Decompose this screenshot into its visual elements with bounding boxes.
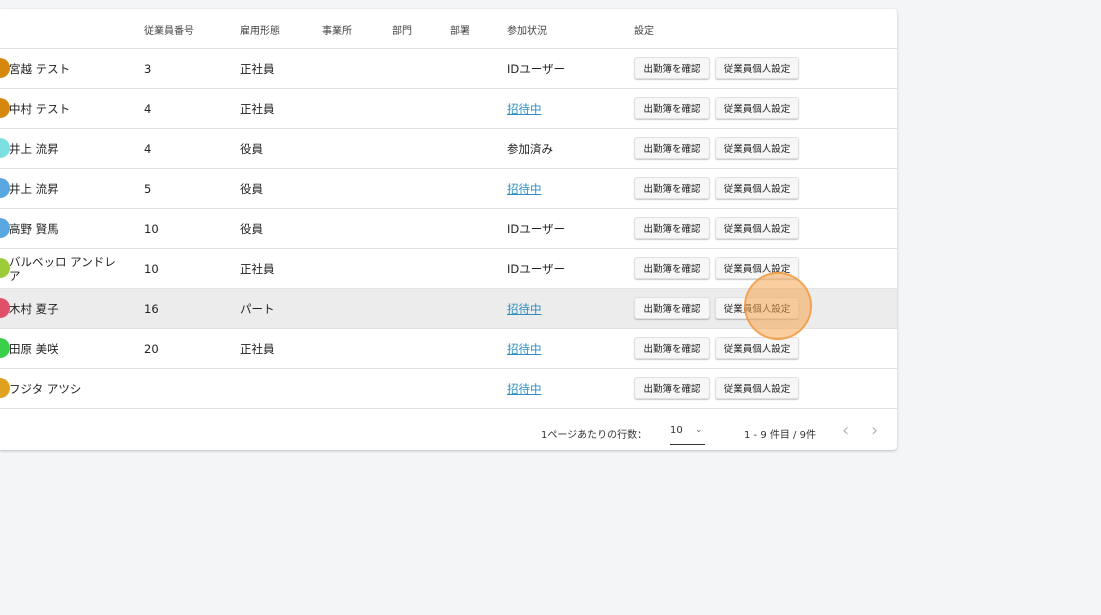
view-attendance-button[interactable]: 出勤簿を確認: [634, 297, 710, 319]
participation-status: IDユーザー: [507, 49, 565, 88]
employee-name: 高野 賢馬: [9, 221, 59, 236]
employee-name: 木村 夏子: [9, 301, 59, 316]
employee-settings-button[interactable]: 従業員個人設定: [715, 297, 799, 319]
employee-number: 3: [144, 61, 152, 76]
employee-name: フジタ アツシ: [9, 381, 82, 396]
header-emp-type[interactable]: 雇用形態: [240, 22, 280, 37]
table-row[interactable]: 宮越 テスト 3 正社員 IDユーザー 出勤簿を確認 従業員個人設定: [0, 49, 897, 89]
employee-settings-button[interactable]: 従業員個人設定: [715, 217, 799, 239]
invite-status-link[interactable]: 招待中: [507, 369, 542, 408]
table-row[interactable]: 中村 テスト 4 正社員 招待中 出勤簿を確認 従業員個人設定: [0, 89, 897, 129]
employment-type: 役員: [240, 181, 263, 196]
employee-number: 10: [144, 221, 159, 236]
status-text[interactable]: 招待中: [507, 101, 542, 117]
employment-type: 正社員: [240, 101, 275, 116]
participation-status: 参加済み: [507, 129, 553, 168]
view-attendance-button[interactable]: 出勤簿を確認: [634, 177, 710, 199]
status-text: 参加済み: [507, 141, 553, 156]
chevron-left-icon[interactable]: ‹: [842, 420, 849, 441]
table-body: 宮越 テスト 3 正社員 IDユーザー 出勤簿を確認 従業員個人設定 中村 テスト 4 正社員招…: [0, 49, 897, 409]
table-row[interactable]: 田原 美咲 20 正社員 招待中 出勤簿を確認 従業員個人設定: [0, 329, 897, 369]
employee-name: 田原 美咲: [9, 341, 59, 356]
employee-name: 宮越 テスト: [9, 61, 71, 76]
header-status[interactable]: 参加状況: [507, 22, 547, 37]
view-attendance-button[interactable]: 出勤簿を確認: [634, 97, 710, 119]
rows-per-page-label: 1ページあたりの行数：: [541, 430, 648, 441]
status-text: IDユーザー: [507, 221, 566, 236]
table-row[interactable]: バルベッロ アンドレア 10 正社員 IDユーザー 出勤簿を確認 従業員個人設定: [0, 249, 897, 289]
header-office[interactable]: 事業所: [322, 22, 352, 37]
employee-name: 井上 流昇: [9, 141, 59, 156]
view-attendance-button[interactable]: 出勤簿を確認: [634, 217, 710, 239]
employment-type: 役員: [240, 141, 263, 156]
employment-type: 役員: [240, 221, 263, 236]
view-attendance-button[interactable]: 出勤簿を確認: [634, 377, 710, 399]
employee-settings-button[interactable]: 従業員個人設定: [715, 97, 799, 119]
invite-status-link[interactable]: 招待中: [507, 89, 542, 128]
pagination: 1ページあたりの行数： 10 ⌄ 1 - 9 件目 / 9件 ‹ ›: [0, 409, 897, 450]
status-text[interactable]: 招待中: [507, 181, 542, 197]
status-text[interactable]: 招待中: [507, 301, 542, 317]
view-attendance-button[interactable]: 出勤簿を確認: [634, 57, 710, 79]
chevron-down-icon: ⌄: [695, 425, 703, 435]
employee-number: 5: [144, 181, 152, 196]
chevron-right-icon[interactable]: ›: [871, 420, 878, 441]
rows-per-page-value: 10: [670, 425, 683, 436]
employee-number: 16: [144, 301, 159, 316]
employee-settings-button[interactable]: 従業員個人設定: [715, 257, 799, 279]
employment-type: 正社員: [240, 261, 275, 276]
view-attendance-button[interactable]: 出勤簿を確認: [634, 257, 710, 279]
table-row[interactable]: 高野 賢馬 10 役員 IDユーザー 出勤簿を確認 従業員個人設定: [0, 209, 897, 249]
status-text: IDユーザー: [507, 261, 566, 276]
invite-status-link[interactable]: 招待中: [507, 169, 542, 208]
employee-table: 従業員番号 雇用形態 事業所 部門 部署 参加状況 設定 宮越 テスト 3 正社員 I…: [0, 9, 897, 450]
employee-name: バルベッロ アンドレア: [9, 254, 116, 283]
employee-number: 20: [144, 341, 159, 356]
employment-type: 正社員: [240, 341, 275, 356]
table-row[interactable]: 井上 流昇 5 役員 招待中 出勤簿を確認 従業員個人設定: [0, 169, 897, 209]
invite-status-link[interactable]: 招待中: [507, 289, 542, 328]
employee-name: 井上 流昇: [9, 181, 59, 196]
table-header: 従業員番号 雇用形態 事業所 部門 部署 参加状況 設定: [0, 9, 897, 49]
view-attendance-button[interactable]: 出勤簿を確認: [634, 337, 710, 359]
employee-number: 10: [144, 261, 159, 276]
header-emp-no[interactable]: 従業員番号: [144, 22, 194, 37]
employee-settings-button[interactable]: 従業員個人設定: [715, 137, 799, 159]
page-range-text: 1 - 9 件目 / 9件: [744, 430, 816, 441]
header-section[interactable]: 部署: [450, 22, 470, 37]
employee-settings-button[interactable]: 従業員個人設定: [715, 177, 799, 199]
employee-settings-button[interactable]: 従業員個人設定: [715, 57, 799, 79]
employment-type: パート: [240, 301, 275, 316]
status-text: IDユーザー: [507, 61, 566, 76]
table-row[interactable]: 井上 流昇 4 役員 参加済み 出勤簿を確認 従業員個人設定: [0, 129, 897, 169]
employee-name: 中村 テスト: [9, 101, 71, 116]
view-attendance-button[interactable]: 出勤簿を確認: [634, 137, 710, 159]
employment-type: 正社員: [240, 61, 275, 76]
header-settings: 設定: [634, 26, 654, 37]
invite-status-link[interactable]: 招待中: [507, 329, 542, 368]
participation-status: IDユーザー: [507, 249, 565, 288]
status-text[interactable]: 招待中: [507, 381, 542, 397]
employee-settings-button[interactable]: 従業員個人設定: [715, 377, 799, 399]
employee-number: 4: [144, 141, 152, 156]
employee-settings-button[interactable]: 従業員個人設定: [715, 337, 799, 359]
participation-status: IDユーザー: [507, 209, 565, 248]
rows-per-page-select[interactable]: 10 ⌄: [670, 422, 705, 445]
status-text[interactable]: 招待中: [507, 341, 542, 357]
employee-number: 4: [144, 101, 152, 116]
header-dept[interactable]: 部門: [392, 22, 412, 37]
table-row[interactable]: フジタ アツシ 招待中 出勤簿を確認 従業員個人設定: [0, 369, 897, 409]
table-row[interactable]: 木村 夏子 16 パート 招待中 出勤簿を確認 従業員個人設定: [0, 289, 897, 329]
